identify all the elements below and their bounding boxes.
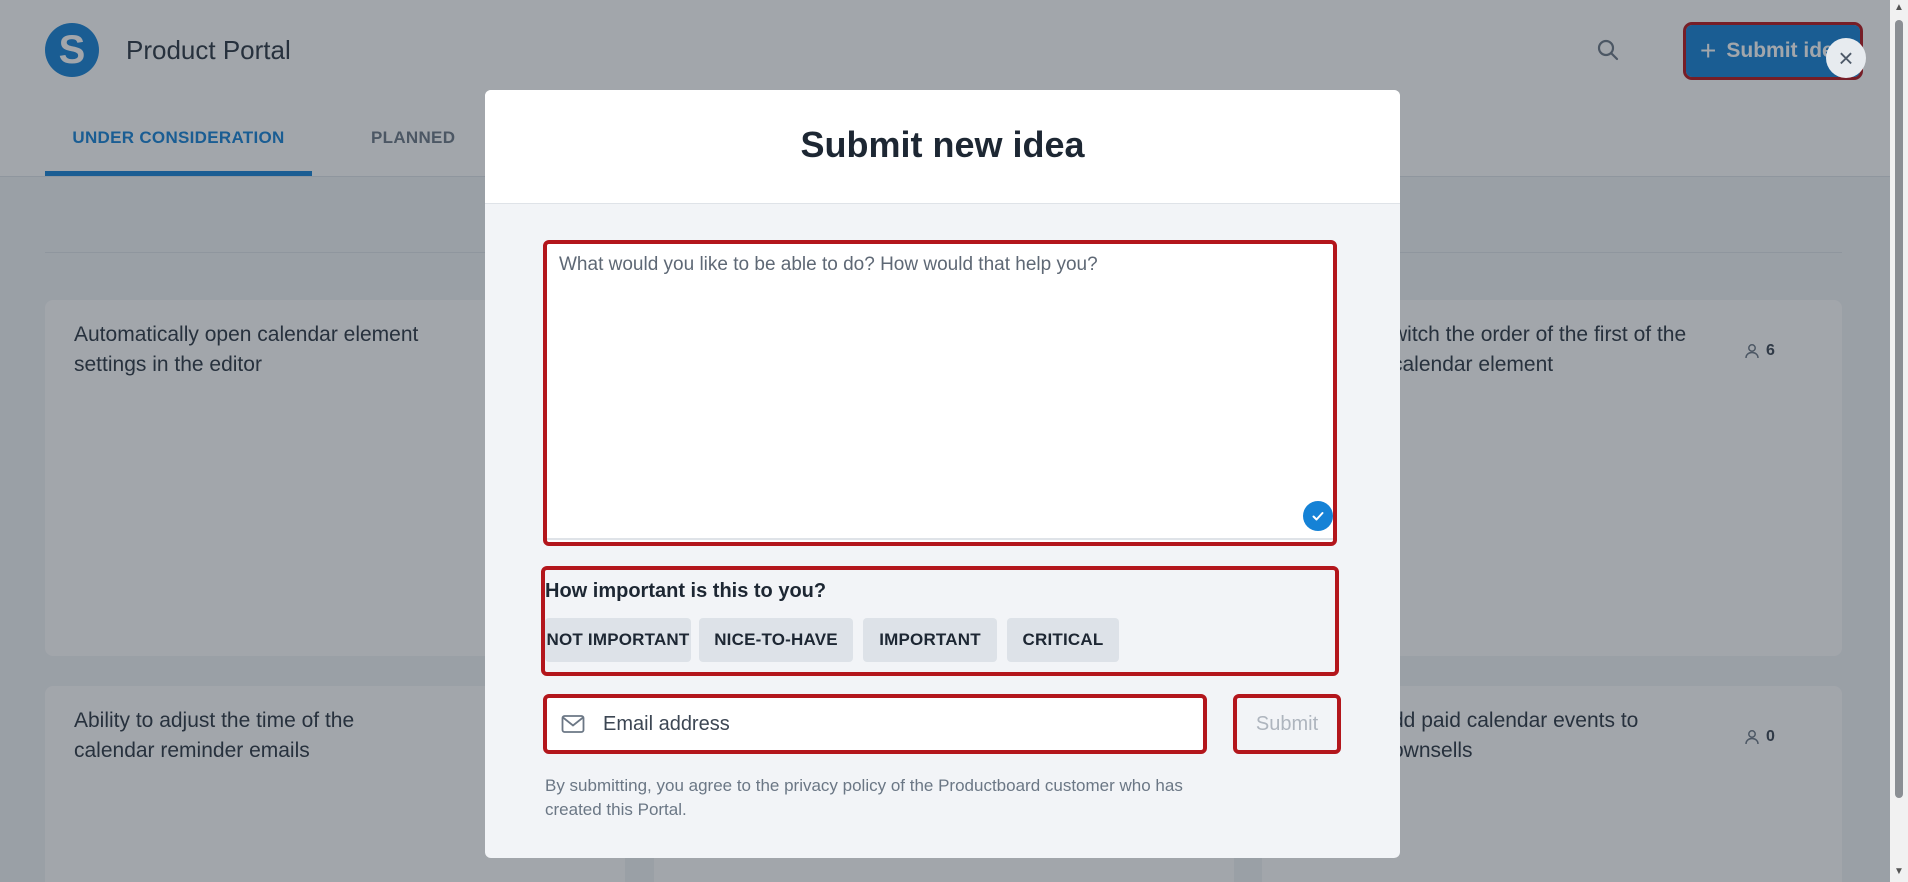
importance-selector: How important is this to you? NOT IMPORT…	[541, 566, 1339, 676]
modal-header: Submit new idea	[485, 90, 1400, 204]
modal-title: Submit new idea	[800, 124, 1085, 165]
mail-icon	[561, 715, 585, 733]
importance-question: How important is this to you?	[545, 580, 827, 602]
submit-idea-modal: Submit new idea How important is this to…	[485, 90, 1400, 858]
email-input[interactable]	[603, 706, 1193, 742]
importance-option-nice-to-have[interactable]: NICE-TO-HAVE	[699, 618, 853, 662]
submit-button[interactable]: Submit	[1233, 694, 1341, 754]
importance-option-critical[interactable]: CRITICAL	[1007, 618, 1119, 662]
scroll-up-arrow-icon[interactable]: ▲	[1893, 2, 1905, 14]
scroll-down-arrow-icon[interactable]: ▼	[1893, 866, 1905, 878]
check-icon	[1303, 501, 1333, 531]
idea-description-input[interactable]	[559, 254, 1319, 514]
importance-option-important[interactable]: IMPORTANT	[863, 618, 997, 662]
scrollbar-thumb[interactable]	[1895, 20, 1903, 798]
close-icon: ×	[1838, 42, 1854, 73]
idea-field-underline	[547, 538, 1333, 540]
privacy-disclaimer: By submitting, you agree to the privacy …	[545, 776, 1183, 819]
importance-option-not-important[interactable]: NOT IMPORTANT	[545, 618, 691, 662]
close-modal-button[interactable]: ×	[1826, 38, 1866, 78]
email-field[interactable]	[543, 694, 1207, 754]
idea-description-field[interactable]	[543, 240, 1337, 546]
